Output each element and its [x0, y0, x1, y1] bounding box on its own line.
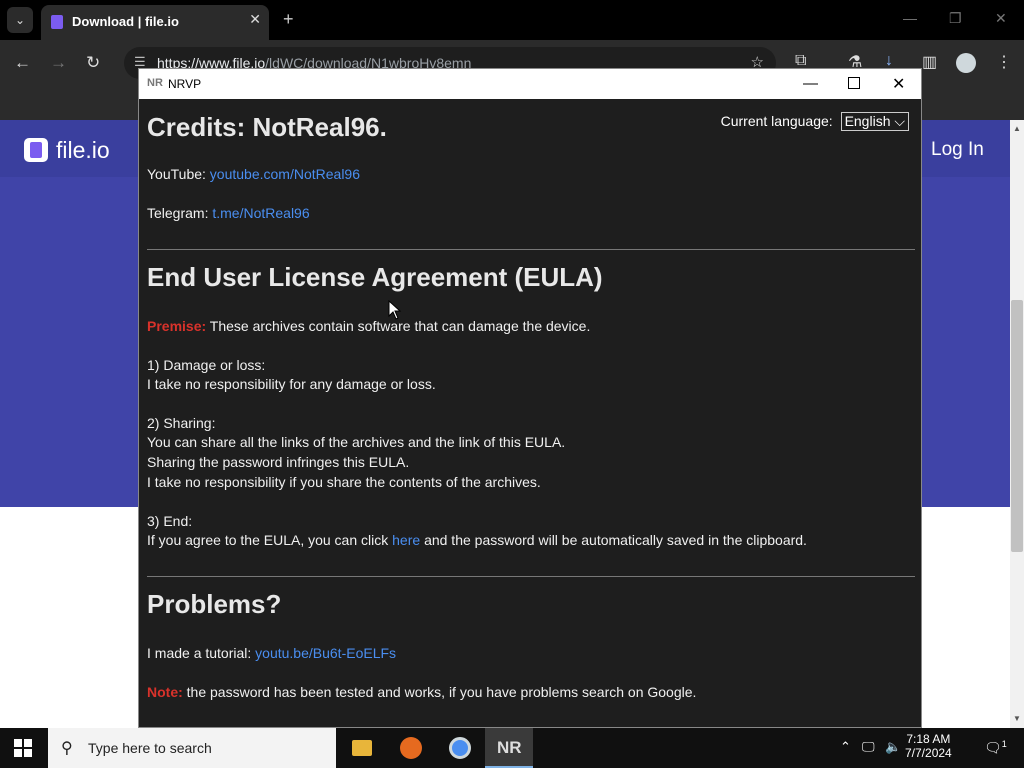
- nrvp-window: NR NRVP — ✕ Current language: English ⌵ …: [138, 68, 922, 728]
- section-2-line2: Sharing the password infringes this EULA…: [147, 454, 410, 470]
- premise-label: Premise:: [147, 318, 207, 334]
- scrollbar-thumb[interactable]: [1011, 300, 1023, 552]
- section-2-line3: I take no responsibility if you share th…: [147, 474, 541, 490]
- window-titlebar[interactable]: NR NRVP — ✕: [139, 69, 921, 99]
- note-line: Note: the password has been tested and w…: [147, 684, 697, 700]
- app-icon: NR: [147, 77, 163, 89]
- profile-icon[interactable]: [956, 53, 976, 73]
- tab-list-icon[interactable]: ⌄: [7, 7, 33, 33]
- section-3-title: 3) End:: [147, 513, 193, 529]
- tab-title: Download | file.io: [72, 14, 179, 29]
- forward-icon[interactable]: →: [50, 53, 67, 73]
- language-selector: Current language: English ⌵: [721, 112, 909, 131]
- language-label: Current language:: [720, 113, 833, 129]
- premise-line: Premise: These archives contain software…: [147, 318, 591, 334]
- firefox-icon: [400, 737, 422, 759]
- credits-heading: Credits: NotReal96.: [147, 112, 387, 142]
- language-dropdown[interactable]: English ⌵: [840, 112, 909, 131]
- section-2-line1: You can share all the links of the archi…: [147, 434, 566, 450]
- chrome-button[interactable]: [436, 728, 484, 768]
- telegram-link[interactable]: t.me/NotReal96: [212, 205, 309, 221]
- menu-icon[interactable]: ⋮: [996, 52, 1012, 72]
- close-icon[interactable]: ✕: [249, 11, 261, 28]
- chevron-down-icon: ⌵: [894, 113, 905, 129]
- tab-strip: ⌄ Download | file.io ✕ + — ❐ ✕: [0, 0, 1024, 40]
- tutorial-link[interactable]: youtu.be/Bu6t-EoELFs: [255, 645, 396, 661]
- search-icon: ⚲: [61, 740, 73, 757]
- problems-heading: Problems?: [147, 589, 282, 619]
- notification-count: 1: [1001, 739, 1007, 749]
- window-title: NRVP: [168, 77, 202, 91]
- clock-time: 7:18 AM: [906, 732, 951, 746]
- search-placeholder: Type here to search: [88, 740, 212, 756]
- folder-icon: [352, 740, 372, 756]
- logo-mark: [30, 142, 42, 158]
- volume-muted-icon[interactable]: 🔈: [885, 739, 901, 755]
- maximize-icon[interactable]: [848, 77, 860, 89]
- eula-content: Current language: English ⌵ Credits: Not…: [139, 99, 921, 727]
- network-icon[interactable]: 🖵: [862, 739, 875, 755]
- eula-heading: End User License Agreement (EULA): [147, 262, 603, 292]
- chrome-icon: [449, 737, 471, 759]
- divider: [147, 576, 915, 577]
- favicon-icon: [51, 15, 63, 29]
- note-label: Note:: [147, 684, 183, 700]
- reload-icon[interactable]: ↻: [86, 53, 100, 73]
- back-icon[interactable]: ←: [14, 53, 31, 73]
- telegram-line: Telegram: t.me/NotReal96: [147, 205, 310, 221]
- window-close-icon[interactable]: ✕: [995, 10, 1007, 27]
- section-1-title: 1) Damage or loss:: [147, 357, 266, 373]
- divider: [147, 249, 915, 250]
- section-3-text: If you agree to the EULA, you can click …: [147, 532, 807, 548]
- nrvp-app-icon: NR: [497, 738, 522, 757]
- new-tab-icon[interactable]: +: [283, 9, 294, 30]
- scroll-up-icon[interactable]: ▲: [1013, 124, 1021, 133]
- section-2-title: 2) Sharing:: [147, 415, 216, 431]
- browser-tab[interactable]: Download | file.io ✕: [41, 5, 269, 40]
- close-icon[interactable]: ✕: [892, 74, 905, 94]
- youtube-link[interactable]: youtube.com/NotReal96: [210, 166, 360, 182]
- taskbar: ⚲ Type here to search NR ⌃ 🖵 🔈 7:18 AM 7…: [0, 728, 1024, 768]
- system-clock[interactable]: 7:18 AM 7/7/2024: [905, 732, 952, 760]
- clock-date: 7/7/2024: [905, 746, 952, 760]
- scroll-down-icon[interactable]: ▼: [1013, 714, 1021, 723]
- site-logo-text[interactable]: file.io: [56, 137, 110, 164]
- show-hidden-icons-icon[interactable]: ⌃: [840, 739, 851, 755]
- login-link[interactable]: Log In: [931, 139, 984, 161]
- minimize-icon[interactable]: —: [803, 75, 818, 92]
- mouse-cursor-icon: [388, 300, 402, 320]
- youtube-line: YouTube: youtube.com/NotReal96: [147, 166, 360, 182]
- file-explorer-button[interactable]: [338, 728, 386, 768]
- agree-here-link[interactable]: here: [392, 532, 420, 548]
- sidebar-icon[interactable]: ▥: [922, 52, 937, 72]
- firefox-button[interactable]: [387, 728, 435, 768]
- nrvp-taskbar-button[interactable]: NR: [485, 728, 533, 768]
- tutorial-line: I made a tutorial: youtu.be/Bu6t-EoELFs: [147, 645, 397, 661]
- notifications-icon[interactable]: 🗨1: [984, 739, 1007, 757]
- section-1-text: I take no responsibility for any damage …: [147, 376, 436, 392]
- taskbar-search[interactable]: ⚲ Type here to search: [48, 728, 336, 768]
- restore-icon[interactable]: ❐: [949, 10, 962, 27]
- windows-start-icon[interactable]: [14, 739, 32, 757]
- minimize-icon[interactable]: —: [903, 10, 917, 26]
